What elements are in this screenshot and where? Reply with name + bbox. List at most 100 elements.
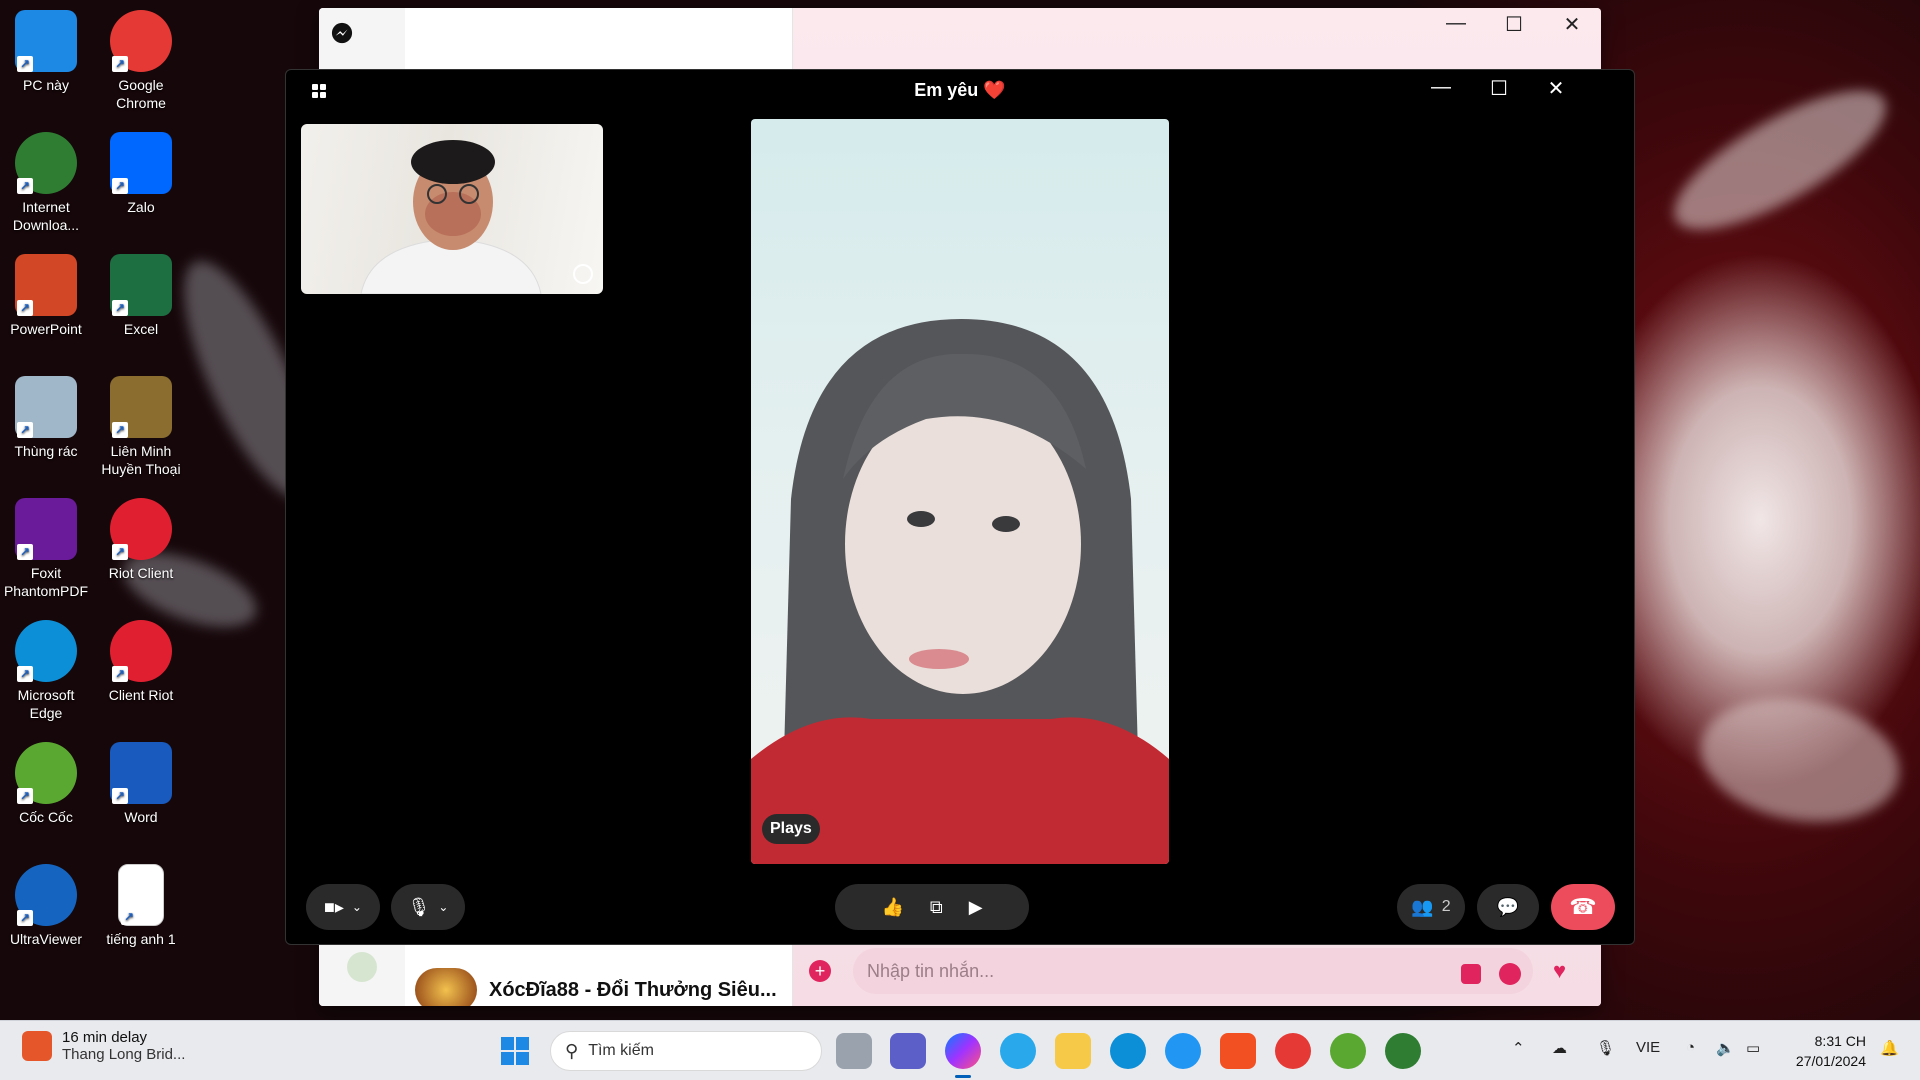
- bg-minimize-button[interactable]: —: [1433, 12, 1479, 35]
- thumbs-up-icon[interactable]: 👍: [881, 897, 903, 918]
- desktop-icon-word-document[interactable]: ↗ tiếng anh 1: [95, 864, 187, 948]
- heart-like-icon[interactable]: ♥: [1553, 958, 1566, 984]
- chevron-down-icon: ⌄: [438, 900, 449, 914]
- participants-button[interactable]: 👥 2: [1397, 884, 1465, 930]
- edge-icon[interactable]: [1110, 1033, 1146, 1069]
- call-title-text: Em yêu: [914, 80, 979, 100]
- microphone-icon: 🎙: [407, 896, 431, 917]
- coccoc-icon[interactable]: [1330, 1033, 1366, 1069]
- desktop-icon-zalo[interactable]: ↗ Zalo: [95, 132, 187, 216]
- taskbar-search[interactable]: ⚲ Tìm kiếm: [550, 1031, 822, 1071]
- desktop-icon-recycle-bin[interactable]: ↗ Thùng rác: [0, 376, 92, 460]
- self-video-frame: [360, 140, 542, 294]
- windows-icon: [501, 1037, 529, 1065]
- desktop-icon-idm[interactable]: ↗ Internet Downloa...: [0, 132, 92, 234]
- call-close-button[interactable]: ✕: [1531, 76, 1581, 101]
- desktop-icon-foxit-pdf[interactable]: ↗ Foxit PhantomPDF: [0, 498, 92, 600]
- browser-icon[interactable]: [1165, 1033, 1201, 1069]
- telegram-icon[interactable]: [1000, 1033, 1036, 1069]
- call-maximize-button[interactable]: ☐: [1474, 76, 1524, 101]
- computer-icon: ↗: [15, 10, 77, 72]
- desktop-icon-label: Riot Client: [108, 565, 174, 581]
- desktop-icon-league-of-legends[interactable]: ↗ Liên Minh Huyền Thoại: [95, 376, 187, 478]
- self-video-view[interactable]: [301, 124, 603, 294]
- microphone-toggle-button[interactable]: 🎙 ⌄: [391, 884, 465, 930]
- chat-button[interactable]: 💬: [1477, 884, 1539, 930]
- meet-icon[interactable]: [890, 1033, 926, 1069]
- desktop-icon-riot-client[interactable]: ↗ Client Riot: [95, 620, 187, 704]
- shortcut-arrow-icon: ↗: [17, 666, 33, 682]
- desktop-icon-label: Foxit PhantomPDF: [3, 565, 89, 599]
- shortcut-arrow-icon: ↗: [17, 178, 33, 194]
- file-explorer-icon[interactable]: [1055, 1033, 1091, 1069]
- watch-together-icon[interactable]: ▶: [969, 897, 983, 918]
- heart-icon: ❤️: [983, 80, 1006, 100]
- powerpoint-icon: ↗: [15, 254, 77, 316]
- desktop-icon-chrome[interactable]: ↗ Google Chrome: [95, 10, 187, 112]
- video-call-window[interactable]: Em yêu ❤️ — ☐ ✕ Plays ■▸ ⌄ 🎙 ⌄ 👍 ⧉ ▶ 👥 2…: [285, 69, 1635, 945]
- idm-icon: ↗: [15, 132, 77, 194]
- clock[interactable]: 8:31 CH 27/01/2024: [1776, 1031, 1866, 1071]
- emoji-icon[interactable]: [1499, 963, 1521, 985]
- desktop-icon-word[interactable]: ↗ Word: [95, 742, 187, 826]
- search-placeholder: Tìm kiếm: [588, 1042, 654, 1059]
- ad-item[interactable]: XócĐĩa88 - Đổi Thưởng Siêu...: [415, 968, 777, 1006]
- shortcut-arrow-icon: ↗: [17, 788, 33, 804]
- message-input[interactable]: Nhập tin nhắn...: [853, 948, 1533, 994]
- volume-icon[interactable]: 🔈: [1716, 1039, 1735, 1057]
- effects-icon[interactable]: [573, 264, 593, 284]
- wifi-icon[interactable]: ◔: [1686, 1039, 1695, 1056]
- messenger-taskbar-icon[interactable]: [945, 1033, 981, 1069]
- bg-maximize-button[interactable]: ☐: [1491, 12, 1537, 37]
- contact-avatar[interactable]: [347, 952, 377, 982]
- taskbar: 16 min delay Thang Long Brid... ⚲ Tìm ki…: [0, 1020, 1920, 1080]
- chrome-icon[interactable]: [1275, 1033, 1311, 1069]
- foxit-pdf-icon: ↗: [15, 498, 77, 560]
- desktop-icon-ultraviewer[interactable]: ↗ UltraViewer: [0, 864, 92, 948]
- desktop-icon-excel[interactable]: ↗ Excel: [95, 254, 187, 338]
- language-indicator[interactable]: VIE: [1636, 1039, 1660, 1056]
- remote-video-view[interactable]: Plays: [751, 119, 1169, 864]
- add-attachment-button[interactable]: +: [809, 960, 831, 982]
- sticker-icon[interactable]: [1461, 964, 1481, 984]
- shortcut-arrow-icon: ↗: [17, 422, 33, 438]
- shortcut-arrow-icon: ↗: [112, 422, 128, 438]
- shortcut-arrow-icon: ↗: [17, 300, 33, 316]
- microphone-tray-icon[interactable]: 🎙: [1596, 1039, 1615, 1057]
- notification-bell-icon[interactable]: 🔔: [1880, 1039, 1899, 1057]
- ultraviewer-icon: ↗: [15, 864, 77, 926]
- desktop-icon-label: Client Riot: [108, 687, 174, 703]
- shortcut-arrow-icon: ↗: [17, 544, 33, 560]
- show-hidden-icons-icon[interactable]: ⌃: [1512, 1039, 1525, 1057]
- plays-badge[interactable]: Plays: [762, 814, 820, 844]
- desktop-icon-coccoc[interactable]: ↗ Cốc Cốc: [0, 742, 92, 826]
- ad-thumbnail: [415, 968, 477, 1006]
- store-icon[interactable]: [1220, 1033, 1256, 1069]
- riot-client-icon: ↗: [110, 498, 172, 560]
- desktop-icon-powerpoint[interactable]: ↗ PowerPoint: [0, 254, 92, 338]
- shortcut-arrow-icon: ↗: [121, 909, 137, 925]
- camera-toggle-button[interactable]: ■▸ ⌄: [306, 884, 380, 930]
- chat-bubble-icon: 💬: [1496, 896, 1520, 917]
- traffic-icon: [22, 1031, 52, 1061]
- riot-client-icon: ↗: [110, 620, 172, 682]
- idm-icon[interactable]: [1385, 1033, 1421, 1069]
- weather-widget[interactable]: 16 min delay Thang Long Brid...: [22, 1029, 185, 1063]
- desktop-icon-edge[interactable]: ↗ Microsoft Edge: [0, 620, 92, 722]
- call-minimize-button[interactable]: —: [1416, 76, 1466, 99]
- onedrive-icon[interactable]: ☁: [1552, 1039, 1567, 1057]
- shortcut-arrow-icon: ↗: [17, 910, 33, 926]
- desktop-icon-computer[interactable]: ↗ PC này: [0, 10, 92, 94]
- shortcut-arrow-icon: ↗: [112, 788, 128, 804]
- weather-line1: 16 min delay: [62, 1029, 148, 1046]
- task-view-icon[interactable]: [836, 1033, 872, 1069]
- desktop-icon-riot-client[interactable]: ↗ Riot Client: [95, 498, 187, 582]
- coccoc-icon: ↗: [15, 742, 77, 804]
- desktop-icon-label: Thùng rác: [14, 443, 78, 459]
- start-button[interactable]: [497, 1033, 533, 1069]
- end-call-button[interactable]: ☎: [1551, 884, 1615, 930]
- screen-share-icon[interactable]: ⧉: [930, 897, 943, 918]
- shortcut-arrow-icon: ↗: [112, 56, 128, 72]
- bg-close-button[interactable]: ✕: [1549, 12, 1595, 37]
- battery-icon[interactable]: ▭: [1746, 1039, 1760, 1057]
